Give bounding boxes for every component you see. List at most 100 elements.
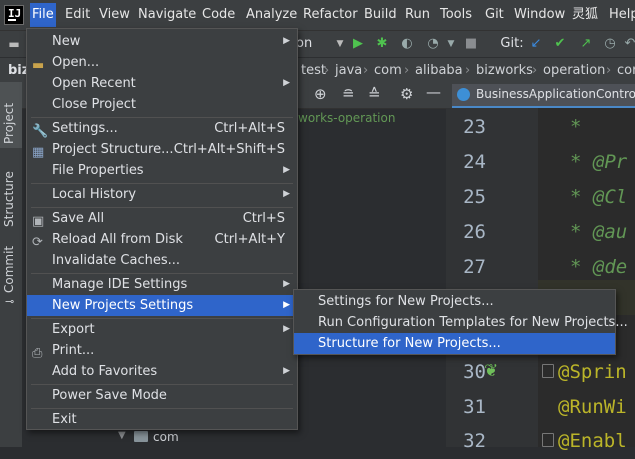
breadcrumb-item[interactable]: com — [374, 58, 402, 83]
menu-item-export[interactable]: Export ▶ — [27, 319, 297, 340]
chevron-down-icon[interactable]: ▼ — [334, 31, 346, 57]
profile-icon[interactable]: ◔ — [424, 31, 442, 57]
editor-tab[interactable]: BusinessApplicationControl — [452, 84, 635, 108]
menu-item-new-projects-settings[interactable]: New Projects Settings ▶ — [27, 295, 297, 316]
menu-item-run-config-templates[interactable]: Run Configuration Templates for New Proj… — [294, 312, 628, 333]
menu-window[interactable]: Window — [514, 6, 565, 24]
app-logo-icon[interactable]: IJ — [4, 5, 24, 25]
fold-marker-icon[interactable] — [542, 433, 554, 447]
menu-item-label: Manage IDE Settings — [52, 277, 188, 292]
git-update-icon[interactable]: ↙ — [528, 31, 544, 57]
menu-item-reload-all[interactable]: ⟳ Reload All from Disk Ctrl+Alt+Y — [27, 229, 297, 250]
breadcrumb-item[interactable]: test — [301, 58, 326, 83]
menu-item-new[interactable]: New ▶ — [27, 31, 297, 52]
menu-item-label: File Properties — [52, 163, 144, 178]
menu-item-invalidate-caches[interactable]: Invalidate Caches... — [27, 250, 297, 271]
menu-view[interactable]: View — [99, 6, 130, 24]
breadcrumb-separator-icon: › — [363, 63, 369, 78]
menu-item-shortcut: Ctrl+S — [242, 211, 285, 226]
submenu-arrow-icon: ▶ — [283, 36, 290, 46]
collapse-all-icon[interactable]: ≙ — [368, 85, 381, 103]
menu-item-label: Run Configuration Templates for New Proj… — [318, 315, 628, 330]
code-line: * @Pr — [570, 151, 628, 173]
menu-item-exit[interactable]: Exit — [27, 409, 297, 430]
gear-icon[interactable]: ⚙ — [400, 85, 413, 103]
coverage-icon[interactable]: ◐ — [398, 31, 416, 57]
menu-tools[interactable]: Tools — [440, 6, 472, 24]
menu-item-project-structure[interactable]: ▦ Project Structure... Ctrl+Alt+Shift+S — [27, 139, 297, 160]
menu-item-add-to-favorites[interactable]: Add to Favorites ▶ — [27, 361, 297, 382]
menu-item-save-all[interactable]: ▣ Save All Ctrl+S — [27, 208, 297, 229]
menu-build[interactable]: Build — [364, 6, 397, 24]
menu-item-power-save-mode[interactable]: Power Save Mode — [27, 385, 297, 406]
submenu-arrow-icon: ▶ — [283, 189, 290, 199]
tree-item-com[interactable]: com — [153, 430, 179, 444]
menu-analyze[interactable]: Analyze — [246, 6, 297, 24]
menu-code[interactable]: Code — [202, 6, 235, 24]
commit-icon: ⊸ — [5, 295, 15, 308]
printer-icon: ⎙ — [32, 346, 43, 361]
spring-leaf-icon[interactable]: ❦ — [484, 361, 506, 381]
folder-open-icon: ▬ — [32, 58, 45, 73]
menu-item-close-project[interactable]: Close Project — [27, 94, 297, 115]
menu-item-structure-for-new-projects[interactable]: Structure for New Projects... — [294, 333, 615, 354]
menu-item-open-recent[interactable]: Open Recent ▶ — [27, 73, 297, 94]
git-history-icon[interactable]: ◷ — [602, 31, 618, 57]
code-line: * @Cl — [570, 186, 628, 208]
git-label: Git: — [500, 36, 524, 51]
breadcrumb-item[interactable]: java — [335, 58, 362, 83]
locate-icon[interactable]: ⊕ — [314, 85, 327, 103]
breadcrumb-item[interactable]: alibaba — [415, 58, 463, 83]
git-rollback-icon[interactable]: ↶ — [624, 31, 635, 57]
git-push-icon[interactable]: ↗ — [578, 31, 594, 57]
breadcrumb-item[interactable]: cor — [617, 58, 635, 83]
git-commit-icon[interactable]: ✔ — [552, 31, 568, 57]
menu-git[interactable]: Git — [485, 6, 504, 24]
menu-item-open[interactable]: ▬ Open... — [27, 52, 297, 73]
chevron-down-icon[interactable]: ▼ — [118, 430, 126, 441]
folder-icon[interactable]: ▬ — [6, 31, 22, 57]
menu-linghu[interactable]: 灵狐 — [572, 6, 598, 24]
menu-file[interactable]: File — [30, 3, 56, 27]
menu-run[interactable]: Run — [405, 6, 430, 24]
menu-refactor[interactable]: Refactor — [303, 6, 358, 24]
menu-item-label: Open Recent — [52, 76, 136, 91]
menu-item-local-history[interactable]: Local History ▶ — [27, 184, 297, 205]
commit-tool-button[interactable]: Commit ⊸ — [0, 245, 22, 308]
menu-help[interactable]: Help — [609, 6, 635, 24]
menu-item-label: Save All — [52, 211, 105, 226]
menu-item-manage-ide-settings[interactable]: Manage IDE Settings ▶ — [27, 274, 297, 295]
menu-item-label: Power Save Mode — [52, 388, 167, 403]
line-number: 26 — [463, 221, 486, 243]
expand-all-icon[interactable]: ≘ — [342, 85, 355, 103]
commit-tool-label: Commit — [2, 245, 16, 293]
menu-edit[interactable]: Edit — [65, 6, 90, 24]
submenu-arrow-icon: ▶ — [283, 165, 290, 175]
project-tool-button[interactable]: Project — [0, 82, 22, 148]
file-menu-dropdown: New ▶ ▬ Open... Open Recent ▶ Close Project… — [26, 28, 298, 430]
breadcrumb-item[interactable]: operation — [543, 58, 605, 83]
menu-item-settings[interactable]: 🔧 Settings... Ctrl+Alt+S — [27, 118, 297, 139]
breadcrumb-separator-icon: › — [324, 63, 330, 78]
fold-marker-icon[interactable] — [542, 364, 554, 378]
breadcrumb-separator-icon: › — [606, 63, 612, 78]
menu-item-settings-for-new-projects[interactable]: Settings for New Projects... — [294, 291, 615, 312]
menu-item-label: Structure for New Projects... — [318, 336, 501, 351]
code-line: * @de — [570, 256, 628, 278]
new-projects-settings-submenu: Settings for New Projects... Run Configu… — [293, 289, 628, 355]
run-icon[interactable]: ▶ — [350, 31, 366, 57]
debug-icon[interactable]: ✱ — [374, 31, 390, 57]
profile-dropdown-icon[interactable]: ▼ — [446, 31, 456, 57]
menu-item-label: Settings for New Projects... — [318, 294, 494, 309]
menu-navigate[interactable]: Navigate — [138, 6, 196, 24]
menu-item-file-properties[interactable]: File Properties ▶ — [27, 160, 297, 181]
menu-item-print[interactable]: ⎙ Print... — [27, 340, 297, 361]
menu-item-label: Settings... — [52, 121, 118, 136]
hide-panel-icon[interactable]: — — [426, 83, 441, 101]
breadcrumb-item[interactable]: bizworks — [476, 58, 533, 83]
package-folder-icon — [134, 431, 148, 442]
module-name[interactable]: works-operation — [298, 111, 395, 125]
structure-tool-button[interactable]: Structure — [0, 155, 22, 235]
menu-item-shortcut: Ctrl+Alt+S — [214, 121, 285, 136]
stop-icon[interactable]: ■ — [464, 31, 478, 57]
